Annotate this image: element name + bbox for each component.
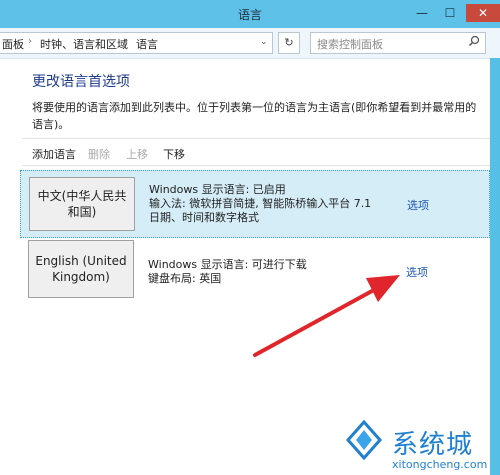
watermark-url: xitongcheng.com bbox=[392, 458, 488, 471]
watermark-logo bbox=[344, 419, 384, 461]
annotation-arrow bbox=[253, 275, 400, 357]
watermark-brand: 系统城 bbox=[392, 430, 474, 460]
